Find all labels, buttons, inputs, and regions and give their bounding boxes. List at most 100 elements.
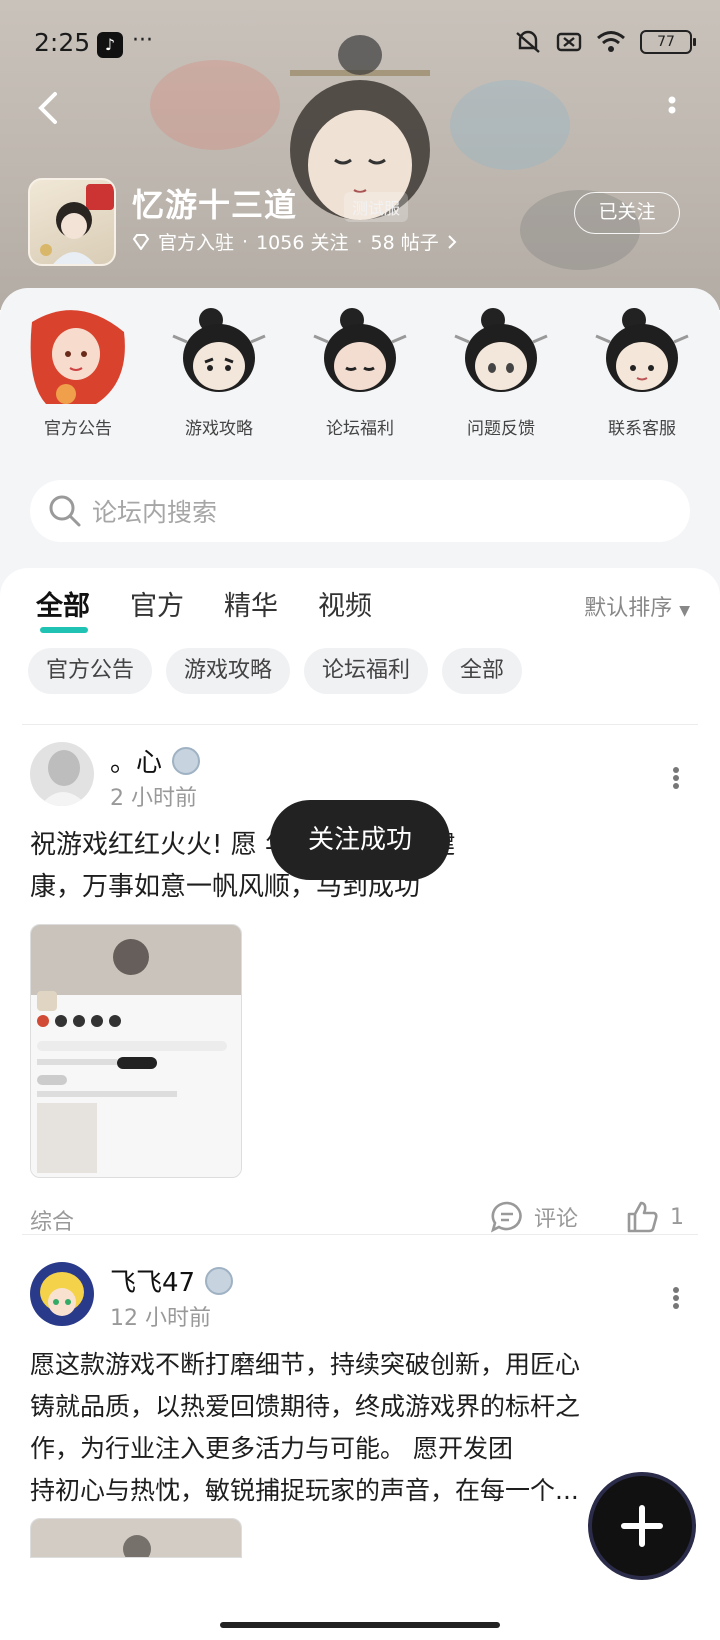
screenshot-thumbnail-image <box>31 1519 241 1557</box>
post-time: 12 小时前 <box>110 1306 211 1331</box>
tab-all[interactable]: 全部 <box>36 584 90 633</box>
avatar-image <box>30 1262 94 1326</box>
avatar[interactable] <box>30 742 94 806</box>
tiktok-icon: ♪ <box>97 32 123 58</box>
post-more-icon[interactable] <box>672 1286 680 1310</box>
comment-label: 评论 <box>534 1207 579 1232</box>
post-category[interactable]: 综合 <box>30 1204 74 1236</box>
guide-character-icon <box>172 308 266 392</box>
screenshot-thumbnail-image <box>31 925 241 1177</box>
level-badge-icon <box>172 746 201 775</box>
post-text-line: 持初心与热忱，敏锐捕捉玩家的声音，在每一个... <box>30 1476 579 1505</box>
plus-icon <box>621 1505 663 1547</box>
chevron-right-icon <box>448 234 457 249</box>
divider <box>22 1234 698 1235</box>
comment-icon <box>490 1201 522 1233</box>
like-count: 1 <box>670 1204 684 1230</box>
chip-welfare[interactable]: 论坛福利 <box>304 648 429 694</box>
divider <box>22 724 698 725</box>
banner-creature-right <box>450 80 570 170</box>
vertical-dots-icon <box>668 96 676 114</box>
post-text-line: 作，为行业注入更多活力与可能。 愿开发团 <box>30 1434 513 1463</box>
quick-link-feedback[interactable]: 问题反馈 <box>437 302 565 442</box>
status-bar: 2:25 ♪ ··· 77 <box>0 0 720 90</box>
welfare-character-icon <box>313 308 407 392</box>
announcement-character-icon <box>30 310 125 404</box>
tab-featured[interactable]: 精华 <box>224 584 278 623</box>
tab-official[interactable]: 官方 <box>130 584 184 623</box>
home-indicator[interactable] <box>220 1622 500 1628</box>
quick-link-support[interactable]: 联系客服 <box>578 302 706 442</box>
posts-count: 58 帖子 <box>370 232 439 254</box>
quick-link-label: 官方公告 <box>44 419 112 439</box>
mute-icon <box>516 30 540 53</box>
more-options-button[interactable] <box>660 92 684 128</box>
test-badge-label: 测试服 <box>352 199 401 218</box>
quick-link-guides[interactable]: 游戏攻略 <box>155 302 283 442</box>
test-server-badge: 测试服 <box>344 192 409 222</box>
filter-chips: 官方公告 游戏攻略 论坛福利 全部 <box>28 648 523 694</box>
game-app-icon-art <box>40 184 114 264</box>
quick-link-welfare[interactable]: 论坛福利 <box>296 302 424 442</box>
forum-search-input[interactable]: 论坛内搜索 <box>30 480 690 542</box>
post-text-line: 愿这款游戏不断打磨细节，持续突破创新，用匠心 <box>30 1350 581 1379</box>
chip-announcements[interactable]: 官方公告 <box>28 648 153 694</box>
meta-separator: · <box>356 230 363 253</box>
comment-button[interactable]: 评论 <box>490 1200 578 1234</box>
search-icon <box>49 495 81 527</box>
quick-link-label: 联系客服 <box>608 419 676 439</box>
post-image-thumbnail[interactable] <box>30 924 242 1178</box>
followers-count: 1056 关注 <box>256 232 349 254</box>
meta-separator: · <box>242 230 249 253</box>
author-name[interactable]: 。心 <box>110 742 162 779</box>
post-text[interactable]: 愿这款游戏不断打磨细节，持续突破创新，用匠心 铸就品质，以热爱回馈期待，终成游戏… <box>30 1344 690 1512</box>
avatar-image <box>30 742 94 806</box>
follow-success-toast: 关注成功 <box>270 800 450 880</box>
forum-panel: 官方公告 游戏攻略 论坛福利 问题反馈 联系客服 论坛内搜索 全部 官方 精华 … <box>0 288 720 1640</box>
support-character-icon <box>595 308 689 392</box>
game-title: 忆游十三道 <box>132 186 298 224</box>
avatar[interactable] <box>30 1262 94 1326</box>
thumbs-up-icon <box>627 1201 658 1233</box>
post-text-line: 铸就品质，以热爱回馈期待，终成游戏界的标杆之 <box>30 1392 581 1421</box>
caret-down-icon: ▼ <box>679 603 690 619</box>
quick-link-announcements[interactable]: 官方公告 <box>14 302 142 442</box>
post-more-icon[interactable] <box>672 766 680 790</box>
game-meta[interactable]: 官方入驻 · 1056 关注 · 58 帖子 <box>132 228 457 255</box>
sort-dropdown[interactable]: 默认排序 ▼ <box>584 590 690 622</box>
tab-video[interactable]: 视频 <box>318 584 372 623</box>
no-sim-icon <box>556 32 582 52</box>
game-header-banner: 2:25 ♪ ··· 77 忆游十三道 测试服 官方入驻 · 1056 关注 ·… <box>0 0 720 310</box>
feedback-character-icon <box>454 308 548 392</box>
author-name[interactable]: 飞飞47 <box>110 1262 195 1299</box>
search-placeholder: 论坛内搜索 <box>92 498 218 527</box>
diamond-icon <box>132 233 150 250</box>
official-label: 官方入驻 <box>158 232 235 254</box>
like-button[interactable]: 1 <box>626 1200 684 1234</box>
post-feed: 全部 官方 精华 视频 默认排序 ▼ 官方公告 游戏攻略 论坛福利 全部 。心 … <box>0 568 720 1640</box>
battery-indicator: 77 <box>640 30 696 54</box>
level-badge-icon <box>205 1266 234 1295</box>
author-row: 飞飞47 <box>110 1262 234 1299</box>
post-image-thumbnail[interactable] <box>30 1518 242 1558</box>
chip-all[interactable]: 全部 <box>442 648 523 694</box>
quick-link-label: 游戏攻略 <box>185 419 253 439</box>
quick-link-label: 问题反馈 <box>467 419 535 439</box>
create-post-button[interactable] <box>592 1476 692 1576</box>
quick-links: 官方公告 游戏攻略 论坛福利 问题反馈 联系客服 <box>0 302 720 442</box>
quick-link-label: 论坛福利 <box>326 419 394 439</box>
game-app-icon[interactable] <box>28 178 116 266</box>
sort-label: 默认排序 <box>584 596 673 621</box>
chip-guides[interactable]: 游戏攻略 <box>166 648 291 694</box>
author-row: 。心 <box>110 742 201 779</box>
game-info: 忆游十三道 测试服 官方入驻 · 1056 关注 · 58 帖子 已关注 <box>28 178 708 270</box>
feed-tabs: 全部 官方 精华 视频 <box>36 584 372 633</box>
post-item[interactable]: 飞飞47 12 小时前 愿这款游戏不断打磨细节，持续突破创新，用匠心 铸就品质，… <box>0 1262 720 1640</box>
back-button[interactable] <box>30 86 66 130</box>
status-time: 2:25 <box>34 28 91 57</box>
follow-button[interactable]: 已关注 <box>574 192 680 234</box>
more-notifications-icon: ··· <box>132 28 153 53</box>
post-time: 2 小时前 <box>110 786 197 811</box>
chevron-left-icon <box>38 92 57 124</box>
wifi-icon <box>597 31 625 52</box>
